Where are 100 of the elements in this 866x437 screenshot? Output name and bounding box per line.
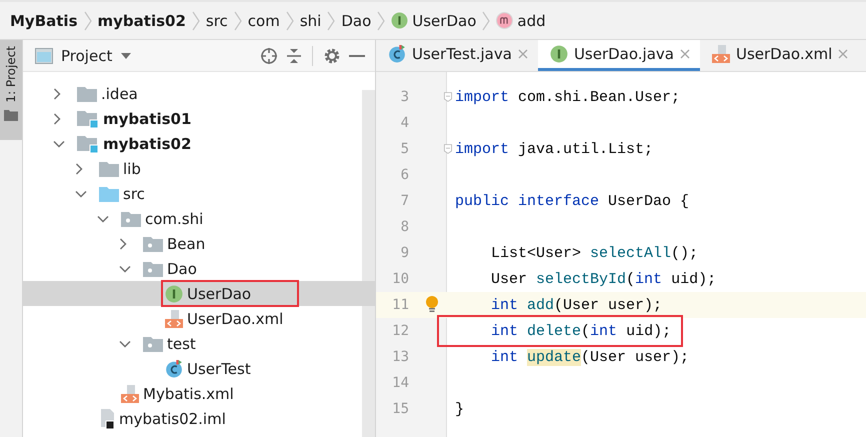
tree-row[interactable]: mybatis02 bbox=[23, 131, 375, 156]
scrollbar[interactable] bbox=[362, 90, 375, 437]
module-folder-icon bbox=[77, 134, 99, 152]
code-line: int delete(int uid); bbox=[490, 322, 672, 340]
tree-item[interactable]: Bean bbox=[167, 234, 206, 252]
tree-row[interactable]: UserDao bbox=[23, 281, 375, 306]
line-number: 13 bbox=[391, 349, 409, 365]
chevron-icon bbox=[286, 10, 294, 32]
folder-icon bbox=[99, 160, 119, 176]
tree-row[interactable]: UserDao.xml bbox=[23, 306, 375, 331]
collapse-all-icon[interactable] bbox=[286, 46, 302, 64]
code-line: import com.shi.Bean.User; bbox=[455, 88, 680, 106]
tree-item[interactable]: com.shi bbox=[145, 210, 204, 228]
project-tool-tab[interactable]: 1: Project bbox=[0, 40, 22, 140]
breadcrumb-item[interactable]: UserDao bbox=[412, 12, 476, 30]
tree-item[interactable]: mybatis02.iml bbox=[119, 410, 226, 428]
tree-row[interactable]: test bbox=[23, 331, 375, 356]
line-number: 3 bbox=[400, 89, 409, 105]
breadcrumb-item[interactable]: add bbox=[517, 12, 546, 30]
lightbulb-icon[interactable] bbox=[425, 296, 439, 314]
chevron-icon bbox=[377, 10, 386, 32]
tree-item[interactable]: UserDao bbox=[187, 284, 252, 302]
tree-row[interactable]: com.shi bbox=[23, 206, 375, 231]
line-number: 12 bbox=[391, 323, 409, 339]
minimize-icon[interactable] bbox=[349, 54, 365, 58]
tree-item[interactable]: .idea bbox=[101, 84, 138, 102]
code-line: import java.util.List; bbox=[455, 140, 654, 158]
window-icon bbox=[35, 48, 53, 64]
tree-row[interactable]: Bean bbox=[23, 231, 375, 256]
line-number: 4 bbox=[400, 115, 409, 131]
tree-row[interactable]: UserTest bbox=[23, 356, 375, 381]
xml-file-icon bbox=[121, 384, 139, 402]
crosshair-icon[interactable] bbox=[260, 46, 278, 64]
code-line: } bbox=[455, 400, 464, 418]
breadcrumb-item[interactable]: src bbox=[206, 12, 228, 30]
tree-item[interactable]: UserDao.xml bbox=[187, 310, 284, 328]
chevron-icon bbox=[84, 10, 92, 32]
tree-row[interactable]: Dao bbox=[23, 256, 375, 281]
chevron-icon bbox=[327, 10, 336, 32]
class-icon bbox=[388, 45, 406, 63]
package-icon bbox=[121, 210, 141, 226]
line-number: 5 bbox=[400, 141, 409, 157]
line-number: 10 bbox=[391, 271, 409, 287]
tree-item[interactable]: UserTest bbox=[187, 360, 251, 378]
tree-row[interactable]: mybatis02.iml bbox=[23, 406, 375, 431]
tree-item[interactable]: src bbox=[123, 184, 145, 202]
code-line: int add(User user); bbox=[490, 296, 662, 314]
breadcrumb-item[interactable]: Dao bbox=[341, 12, 372, 30]
tree-item[interactable]: test bbox=[167, 334, 196, 352]
tree-item[interactable]: mybatis02 bbox=[103, 134, 192, 152]
package-icon bbox=[143, 336, 163, 352]
caret-icon[interactable] bbox=[120, 52, 132, 60]
tree-row[interactable]: lib bbox=[23, 156, 375, 181]
line-number: 11 bbox=[391, 297, 409, 313]
breadcrumb-item[interactable]: MyBatis bbox=[10, 12, 78, 30]
file-icon bbox=[99, 408, 115, 428]
panel-title[interactable]: Project bbox=[61, 46, 112, 64]
tree-row[interactable]: mybatis01 bbox=[23, 106, 375, 131]
breadcrumb-item[interactable]: shi bbox=[300, 12, 322, 30]
settings-icon[interactable] bbox=[323, 46, 341, 64]
code-line: User selectById(int uid); bbox=[490, 270, 716, 288]
fold-marker-icon[interactable] bbox=[444, 91, 452, 103]
line-number: 6 bbox=[400, 167, 409, 183]
tree-row[interactable]: .idea bbox=[23, 81, 375, 106]
xml-file-icon bbox=[712, 45, 730, 63]
code-line: public interface UserDao { bbox=[455, 192, 690, 210]
tree-item[interactable]: Mybatis.xml bbox=[143, 384, 234, 402]
line-number: 7 bbox=[400, 193, 409, 209]
breadcrumb-item[interactable]: mybatis02 bbox=[98, 12, 186, 30]
line-number: 15 bbox=[391, 401, 409, 417]
tree-row[interactable]: Mybatis.xml bbox=[23, 381, 375, 406]
line-number: 14 bbox=[391, 375, 409, 391]
code-line: int update(User user); bbox=[490, 348, 690, 366]
folder-icon bbox=[99, 186, 119, 202]
editor-tab[interactable]: UserTest.java bbox=[376, 40, 538, 71]
tree-item[interactable]: lib bbox=[123, 160, 141, 178]
chevron-icon bbox=[192, 10, 200, 32]
editor-tab[interactable]: UserDao.java bbox=[538, 40, 700, 71]
xml-file-icon bbox=[165, 310, 183, 328]
tree-row[interactable]: src bbox=[23, 181, 375, 206]
interface-icon bbox=[391, 12, 408, 29]
breadcrumb-item[interactable]: com bbox=[248, 12, 280, 30]
method-icon bbox=[496, 12, 514, 29]
interface-icon bbox=[550, 45, 568, 63]
interface-icon bbox=[165, 284, 183, 302]
tree-item[interactable]: Dao bbox=[167, 260, 197, 278]
package-icon bbox=[143, 236, 163, 252]
fold-marker-icon[interactable] bbox=[444, 143, 452, 155]
chevron-icon bbox=[482, 10, 490, 32]
tree-item[interactable]: mybatis01 bbox=[103, 110, 192, 128]
class-icon bbox=[165, 360, 183, 378]
package-icon bbox=[143, 260, 163, 276]
module-folder-icon bbox=[77, 110, 99, 128]
code-line: List<User> selectAll(); bbox=[490, 244, 698, 262]
folder-icon bbox=[77, 86, 97, 102]
folder-icon bbox=[4, 108, 18, 121]
line-number: 9 bbox=[400, 245, 409, 261]
editor-tab[interactable]: UserDao.xml bbox=[700, 40, 858, 71]
line-number: 8 bbox=[400, 219, 409, 235]
chevron-icon bbox=[234, 10, 242, 32]
